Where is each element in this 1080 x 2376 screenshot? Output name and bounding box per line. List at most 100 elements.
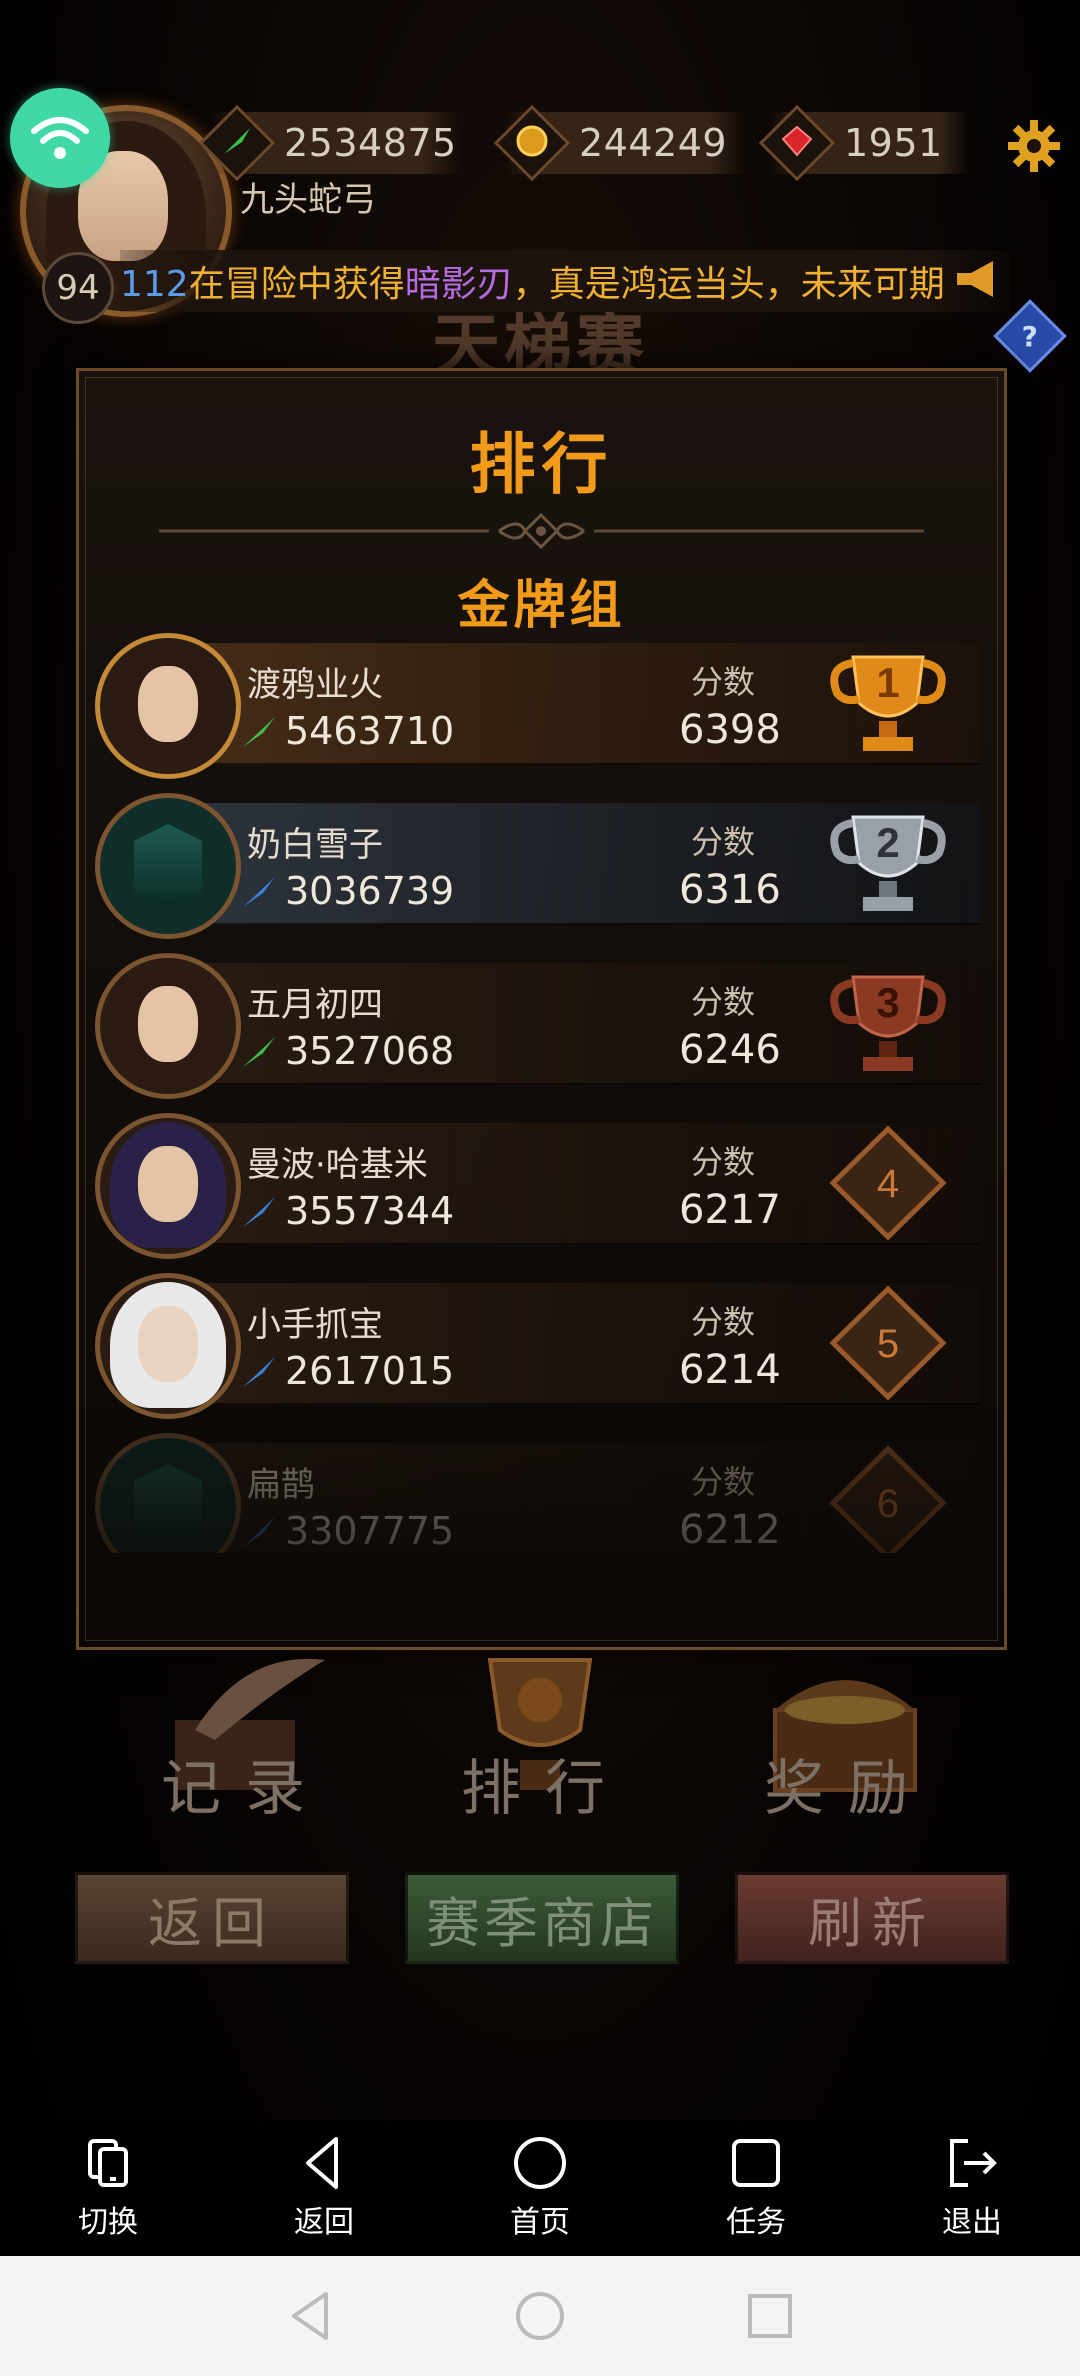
rank-number: 3	[876, 979, 899, 1026]
refresh-button[interactable]: 刷新	[735, 1872, 1009, 1964]
gear-icon[interactable]	[1006, 118, 1062, 174]
row-power-value: 5463710	[285, 709, 455, 753]
ranking-panel: 排行 金牌组 渡鸦业火 5463710 分数 6398 1 奶白雪子 30367…	[76, 368, 1007, 1650]
row-score: 6316	[679, 867, 781, 913]
exit-icon	[950, 2139, 997, 2187]
reward-button[interactable]: 奖励	[728, 1740, 968, 1827]
row-avatar[interactable]	[95, 1273, 241, 1419]
row-avatar[interactable]	[95, 953, 241, 1099]
marquee-user: 112	[120, 264, 189, 305]
back-button[interactable]: 返回	[75, 1872, 349, 1964]
marquee-text: 112在冒险中获得暗影刃，真是鸿运当头，未来可期	[120, 255, 945, 307]
group-title: 金牌组	[457, 576, 626, 636]
row-name: 五月初四	[247, 985, 383, 1025]
score-label: 分数	[691, 663, 756, 701]
rank-row-2[interactable]: 奶白雪子 3036739 分数 6316 2	[91, 793, 991, 939]
wifi-icon[interactable]	[10, 88, 110, 188]
row-name: 奶白雪子	[247, 825, 383, 865]
player-level: 94	[42, 252, 114, 324]
score-label: 分数	[691, 1303, 756, 1341]
row-name: 渡鸦业火	[247, 665, 383, 705]
game-screen: 天梯赛 94 2534875 244249 1951 九头蛇弓 112在冒险中获…	[0, 0, 1080, 2376]
switch-icon	[88, 2139, 128, 2187]
blue-feather-icon	[243, 877, 275, 907]
exit-button[interactable]: 退出	[864, 2120, 1080, 2256]
task-button[interactable]: 任务	[648, 2120, 864, 2256]
row-score: 6246	[679, 1027, 781, 1073]
horn-icon	[953, 259, 1001, 303]
switch-label: 切换	[78, 2205, 138, 2240]
row-power: 2617015	[241, 1349, 454, 1393]
row-power: 5463710	[241, 709, 454, 753]
rank-number: 5	[877, 1322, 899, 1366]
rank-number: 2	[876, 819, 899, 866]
record-button[interactable]: 记录	[125, 1740, 365, 1827]
row-score: 6398	[679, 707, 781, 753]
silver-trophy-icon: 2	[830, 815, 946, 911]
row-power: 3527068	[241, 1029, 454, 1073]
home-label: 首页	[510, 2205, 570, 2240]
rank-diamond-icon: 4	[829, 1125, 947, 1241]
score-label: 分数	[691, 823, 756, 861]
row-power: 3036739	[241, 869, 454, 913]
marquee-after: ，真是鸿运当头，未来可期	[512, 264, 945, 305]
ranking-button[interactable]: 排行	[425, 1740, 665, 1827]
list-fade	[91, 1453, 991, 1553]
assistant-back-button[interactable]: 返回	[216, 2120, 432, 2256]
green-feather-icon	[243, 717, 275, 747]
row-avatar[interactable]	[95, 793, 241, 939]
gem-value: 1951	[844, 121, 943, 165]
score-label: 分数	[691, 983, 756, 1021]
back-triangle-icon	[306, 2137, 338, 2189]
row-avatar[interactable]	[95, 633, 241, 779]
gem-display[interactable]: 1951	[758, 104, 970, 182]
system-nav-bar	[0, 2256, 1080, 2376]
nav-home-icon[interactable]	[510, 2286, 570, 2346]
nav-back-icon[interactable]	[280, 2286, 340, 2346]
season-shop-button[interactable]: 赛季商店	[405, 1872, 679, 1964]
row-power-value: 3527068	[285, 1029, 455, 1073]
row-score: 6214	[679, 1347, 781, 1393]
rank-row-1[interactable]: 渡鸦业火 5463710 分数 6398 1	[91, 633, 991, 779]
rank-list[interactable]: 渡鸦业火 5463710 分数 6398 1 奶白雪子 3036739 分数 6…	[91, 633, 991, 1553]
home-circle-icon	[514, 2137, 566, 2189]
row-name: 小手抓宝	[247, 1305, 383, 1345]
marquee-item: 暗影刃	[404, 264, 513, 305]
gold-trophy-icon: 1	[830, 655, 946, 751]
row-power-value: 3557344	[285, 1189, 455, 1233]
switch-button[interactable]: 切换	[0, 2120, 216, 2256]
rank-row-4[interactable]: 曼波·哈基米 3557344 分数 6217 4	[91, 1113, 991, 1259]
rank-row-5[interactable]: 小手抓宝 2617015 分数 6214 5	[91, 1273, 991, 1419]
rank-number: 4	[877, 1162, 899, 1206]
gold-display[interactable]: 244249	[493, 104, 745, 182]
row-avatar[interactable]	[95, 1113, 241, 1259]
rank-row-3[interactable]: 五月初四 3527068 分数 6246 3	[91, 953, 991, 1099]
gold-value: 244249	[579, 121, 728, 165]
task-square-icon	[732, 2139, 780, 2187]
marquee-before: 在冒险中获得	[188, 264, 405, 305]
task-label: 任务	[726, 2205, 786, 2240]
power-display: 2534875	[198, 104, 460, 182]
ornament-divider	[159, 512, 924, 550]
row-power: 3557344	[241, 1189, 454, 1233]
blue-feather-icon	[243, 1357, 275, 1387]
row-score: 6217	[679, 1187, 781, 1233]
panel-title: 排行	[469, 426, 614, 503]
row-power-value: 3036739	[285, 869, 455, 913]
exit-label: 退出	[942, 2205, 1002, 2240]
green-feather-icon	[243, 1037, 275, 1067]
row-power-value: 2617015	[285, 1349, 455, 1393]
player-name: 九头蛇弓	[240, 180, 376, 220]
rank-diamond-icon: 5	[829, 1285, 947, 1401]
score-label: 分数	[691, 1143, 756, 1181]
home-button[interactable]: 首页	[432, 2120, 648, 2256]
red-gem-icon	[758, 104, 836, 182]
assistant-toolbar: 切换 返回 首页 任务 退出	[0, 2120, 1080, 2256]
nav-recents-icon[interactable]	[740, 2286, 800, 2346]
bronze-trophy-icon: 3	[830, 975, 946, 1071]
power-feather-icon	[198, 104, 276, 182]
row-name: 曼波·哈基米	[247, 1145, 428, 1185]
rank-number: 1	[876, 659, 899, 706]
gold-coin-icon	[493, 104, 571, 182]
assistant-back-label: 返回	[294, 2205, 354, 2240]
